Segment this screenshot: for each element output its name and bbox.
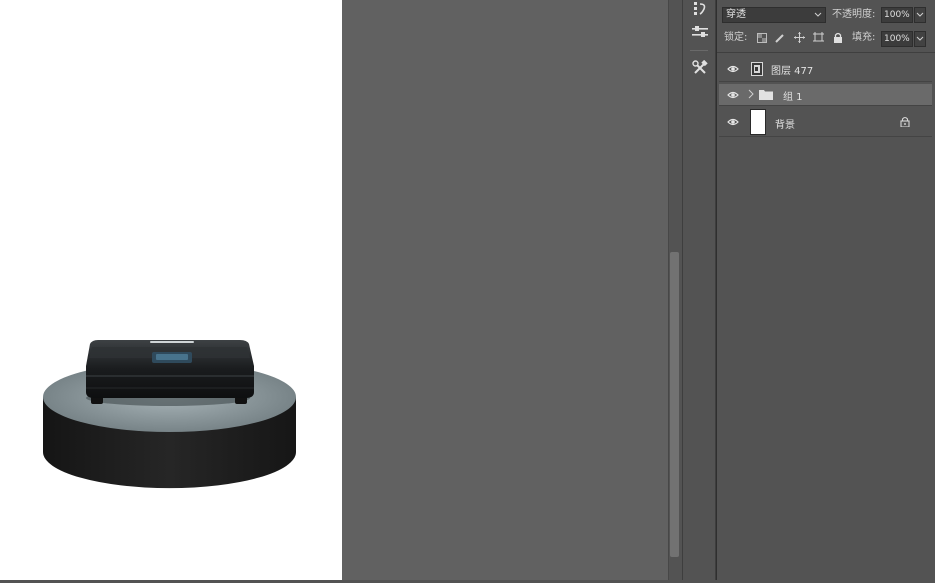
layer-name[interactable]: 背景 [775, 116, 795, 131]
lock-icon [900, 116, 910, 130]
scrollbar-thumb[interactable] [670, 252, 679, 557]
opacity-label: 不透明度: [832, 9, 876, 20]
pasteboard [342, 0, 668, 580]
lock-position-icon[interactable] [794, 32, 805, 46]
layer-thumbnail [750, 109, 766, 135]
layer-row[interactable]: 图层 477 [719, 56, 932, 82]
lock-artboard-icon[interactable] [813, 32, 824, 46]
fill-dropdown[interactable] [914, 31, 926, 47]
product-image [43, 340, 296, 489]
chevron-right-icon[interactable] [748, 89, 754, 102]
chevron-down-icon [814, 8, 822, 27]
lock-label: 锁定: [724, 32, 748, 43]
chevron-down-icon [916, 36, 924, 41]
panel-divider [717, 52, 935, 53]
eye-icon[interactable] [727, 116, 739, 128]
lock-all-icon[interactable] [833, 32, 843, 46]
opacity-input[interactable]: 100% [881, 7, 913, 23]
layer-name[interactable]: 组 1 [783, 88, 803, 103]
adjustments-icon[interactable] [691, 23, 709, 41]
lock-transparent-pixels-icon[interactable] [757, 33, 767, 46]
strip-divider [690, 50, 708, 51]
eye-icon[interactable] [727, 89, 739, 101]
folder-icon [759, 89, 773, 103]
blend-mode-value: 穿透 [726, 9, 746, 20]
lock-image-pixels-icon[interactable] [775, 33, 785, 46]
eye-icon[interactable] [727, 63, 739, 75]
opacity-dropdown[interactable] [914, 7, 926, 23]
history-brush-icon[interactable] [691, 0, 709, 18]
layer-row-selected[interactable]: 组 1 [719, 84, 932, 106]
layer-name[interactable]: 图层 477 [771, 62, 813, 77]
fill-label: 填充: [852, 32, 876, 43]
panel-icon-strip [682, 0, 716, 580]
fill-input[interactable]: 100% [881, 31, 913, 47]
layer-row[interactable]: 背景 [719, 107, 932, 137]
chevron-down-icon [916, 12, 924, 17]
smart-object-thumbnail-icon [751, 62, 763, 79]
layers-panel: 穿透 不透明度: 100% 锁定: 填充: 100% 图层 477 组 1 背景 [716, 0, 935, 580]
canvas-document[interactable] [0, 0, 342, 580]
tools-icon[interactable] [691, 59, 709, 77]
blend-mode-select[interactable]: 穿透 [722, 7, 826, 23]
